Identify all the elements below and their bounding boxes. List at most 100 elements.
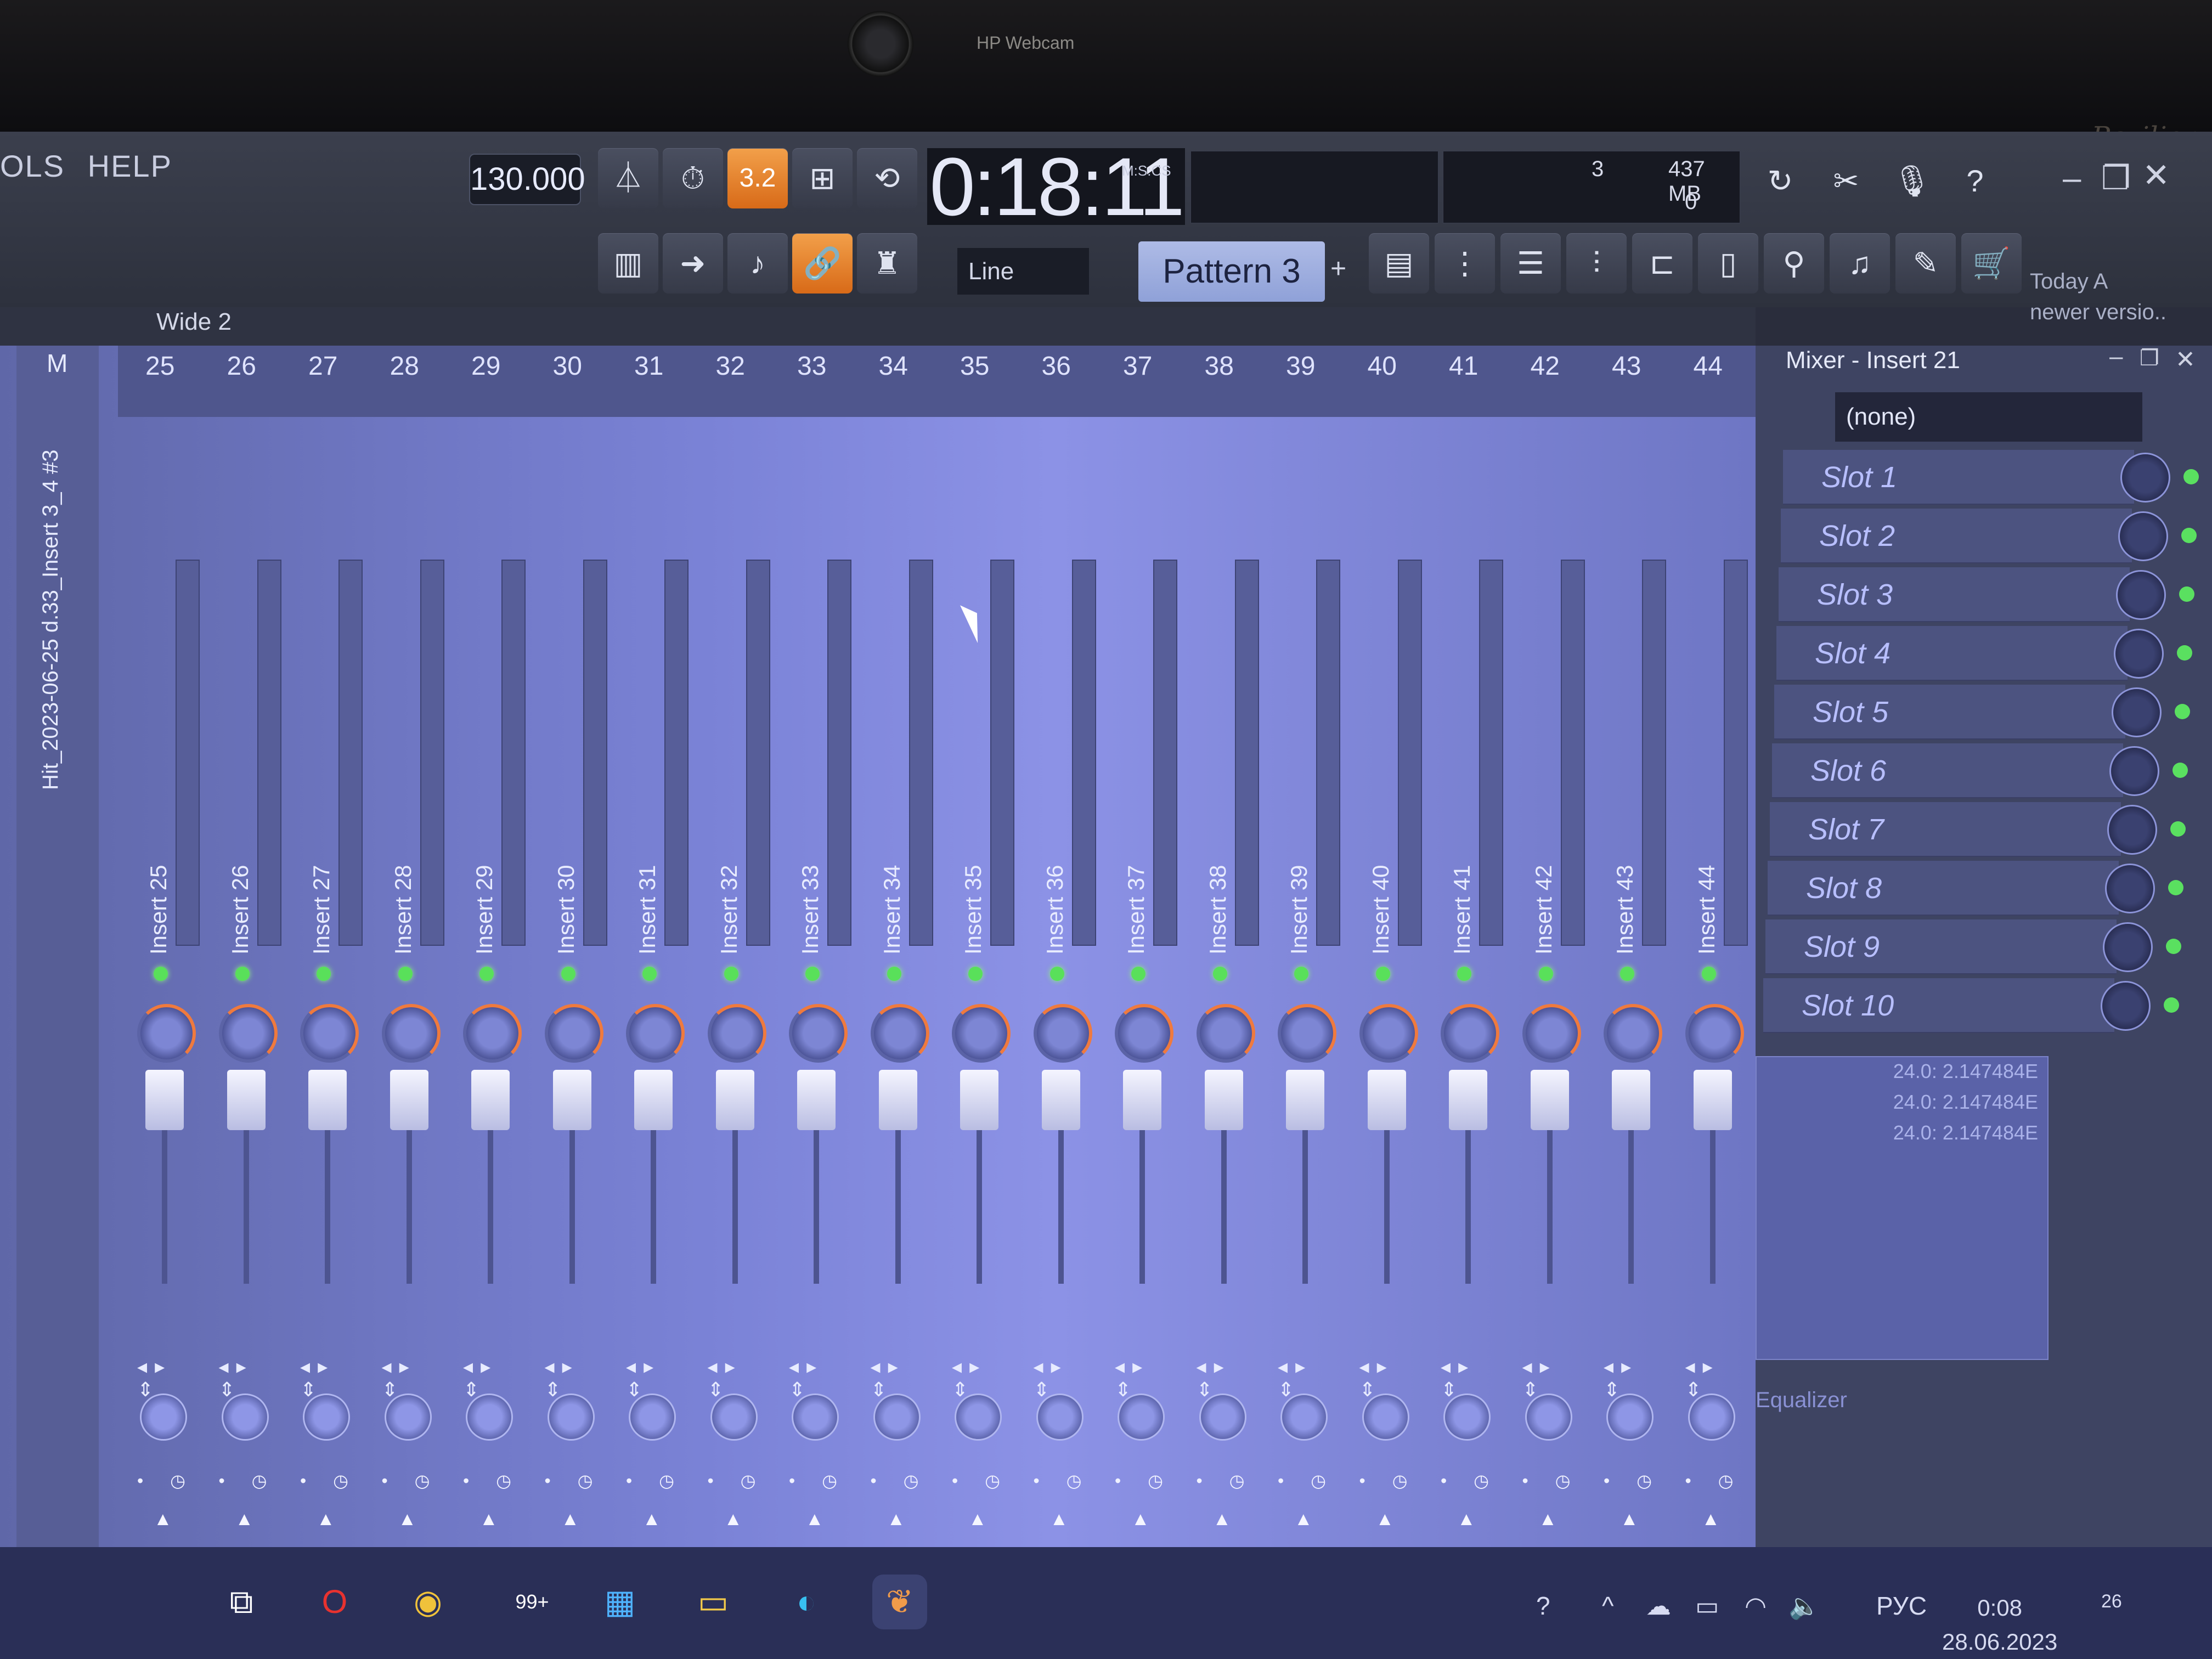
route-controls[interactable]: • ◷ [789,1470,848,1491]
mute-led[interactable] [1701,967,1716,981]
mute-led[interactable] [561,967,575,981]
stereo-separation-knob[interactable] [303,1393,350,1441]
route-arrow-icon[interactable]: ▲ [887,1509,906,1530]
swap-arrows-icon[interactable]: ◂▸ ⇕ [789,1355,857,1401]
mute-led[interactable] [805,967,820,981]
arrow-icon[interactable]: ➜ [663,233,723,294]
effect-slot[interactable]: Slot 2 [1781,509,2132,563]
route-arrow-icon[interactable]: ▲ [235,1509,254,1530]
insert-name[interactable]: Insert 42 [1531,865,1557,955]
link-icon[interactable]: 🔗 [792,233,853,294]
clock[interactable]: 0:08 28.06.2023 [1942,1591,2057,1659]
route-controls[interactable]: • ◷ [1604,1470,1663,1491]
swap-arrows-icon[interactable]: ◂▸ ⇕ [626,1355,695,1401]
insert-strip[interactable]: 40 Insert 40 ◂▸ ⇕ • ◷ ▲ [1346,351,1428,1558]
mute-led[interactable] [1457,967,1471,981]
piano-roll-icon[interactable]: ▥ [598,233,658,294]
route-controls[interactable]: • ◷ [1441,1470,1500,1491]
insert-strip[interactable]: 29 Insert 29 ◂▸ ⇕ • ◷ ▲ [449,351,532,1558]
volume-fader[interactable] [308,1070,347,1130]
insert-strip[interactable]: 35 Insert 35 ◂▸ ⇕ • ◷ ▲ [938,351,1020,1558]
mute-led[interactable] [1212,967,1227,981]
store-icon[interactable]: ▦ [592,1575,647,1629]
insert-name[interactable]: Insert 39 [1286,865,1312,955]
pan-knob[interactable] [1359,1004,1418,1063]
insert-strip[interactable]: 34 Insert 34 ◂▸ ⇕ • ◷ ▲ [857,351,939,1558]
insert-name[interactable]: Insert 31 [634,865,661,955]
pan-knob[interactable] [1604,1004,1662,1063]
swap-arrows-icon[interactable]: ◂▸ ⇕ [1115,1355,1183,1401]
stereo-separation-knob[interactable] [547,1393,595,1441]
close-icon[interactable]: ✕ [2142,156,2170,195]
volume-fader[interactable] [715,1070,754,1130]
insert-name[interactable]: Insert 44 [1694,865,1720,955]
slide-icon[interactable]: ♪ [727,233,788,294]
volume-fader[interactable] [227,1070,266,1130]
tools-icon[interactable]: ✎ [1895,233,1956,294]
slot-mix-knob[interactable] [2114,629,2164,679]
slot-mix-knob[interactable] [2103,922,2153,972]
effect-slot[interactable]: Slot 7 [1770,802,2121,857]
cut-icon[interactable]: ✂ [1816,151,1876,211]
slot-enable-led[interactable] [2170,821,2186,837]
mute-led[interactable] [887,967,901,981]
swap-arrows-icon[interactable]: ◂▸ ⇕ [1278,1355,1346,1401]
typing-keyboard-icon[interactable]: ♜ [857,233,917,294]
insert-name[interactable]: Insert 27 [308,865,335,955]
route-controls[interactable]: • ◷ [708,1470,767,1491]
route-controls[interactable]: • ◷ [952,1470,1011,1491]
menu-tools[interactable]: OLS [0,149,65,183]
mute-led[interactable] [1538,967,1553,981]
insert-name[interactable]: Insert 32 [716,865,742,955]
step-sequencer-icon[interactable]: ⋮ [1435,233,1495,294]
volume-fader[interactable] [1367,1070,1406,1130]
effect-slot[interactable]: Slot 6 [1772,743,2123,798]
shop-icon[interactable]: 🛒 [1961,233,2022,294]
route-arrow-icon[interactable]: ▲ [1702,1509,1720,1530]
route-controls[interactable]: • ◷ [382,1470,441,1491]
pan-knob[interactable] [1685,1004,1744,1063]
slot-enable-led[interactable] [2183,469,2199,484]
route-arrow-icon[interactable]: ▲ [398,1509,417,1530]
mute-led[interactable] [968,967,983,981]
insert-strip[interactable]: 44 Insert 44 ◂▸ ⇕ • ◷ ▲ [1672,351,1754,1558]
minimize-icon[interactable]: – [2063,159,2081,197]
pan-knob[interactable] [1196,1004,1255,1063]
route-arrow-icon[interactable]: ▲ [1213,1509,1232,1530]
insert-strip[interactable]: 36 Insert 36 ◂▸ ⇕ • ◷ ▲ [1020,351,1102,1558]
effect-slot[interactable]: Slot 8 [1768,861,2119,916]
slot-mix-knob[interactable] [2101,981,2151,1031]
mute-led[interactable] [724,967,738,981]
insert-strip[interactable]: 31 Insert 31 ◂▸ ⇕ • ◷ ▲ [612,351,695,1558]
insert-name[interactable]: Insert 40 [1368,865,1394,955]
route-arrow-icon[interactable]: ▲ [561,1509,580,1530]
project-icon[interactable]: ▯ [1698,233,1758,294]
snap-select[interactable]: Line [957,248,1089,295]
route-controls[interactable]: • ◷ [137,1470,196,1491]
stereo-separation-knob[interactable] [792,1393,839,1441]
stereo-separation-knob[interactable] [629,1393,676,1441]
route-arrow-icon[interactable]: ▲ [317,1509,335,1530]
notification-count[interactable]: 26 [2101,1591,2122,1612]
pan-knob[interactable] [1033,1004,1092,1063]
slot-mix-knob[interactable] [2107,805,2157,855]
pan-knob[interactable] [218,1004,278,1063]
battery-icon[interactable]: ▭ [1695,1591,1719,1621]
volume-fader[interactable] [471,1070,510,1130]
route-arrow-icon[interactable]: ▲ [1539,1509,1558,1530]
pan-knob[interactable] [952,1004,1011,1063]
effect-slot[interactable]: Slot 1 [1783,450,2134,505]
slot-enable-led[interactable] [2168,880,2183,895]
swap-arrows-icon[interactable]: ◂▸ ⇕ [463,1355,532,1401]
mute-led[interactable] [1375,967,1390,981]
volume-fader[interactable] [145,1070,184,1130]
stereo-separation-knob[interactable] [955,1393,1002,1441]
mute-led[interactable] [235,967,250,981]
pan-knob[interactable] [626,1004,685,1063]
explorer-icon[interactable]: ▭ [686,1575,741,1629]
help-icon[interactable]: ? [1945,151,2005,211]
insert-strip[interactable]: 39 Insert 39 ◂▸ ⇕ • ◷ ▲ [1264,351,1346,1558]
channel-rack-icon[interactable]: ☰ [1500,233,1561,294]
slot-enable-led[interactable] [2177,645,2192,661]
route-arrow-icon[interactable]: ▲ [724,1509,743,1530]
